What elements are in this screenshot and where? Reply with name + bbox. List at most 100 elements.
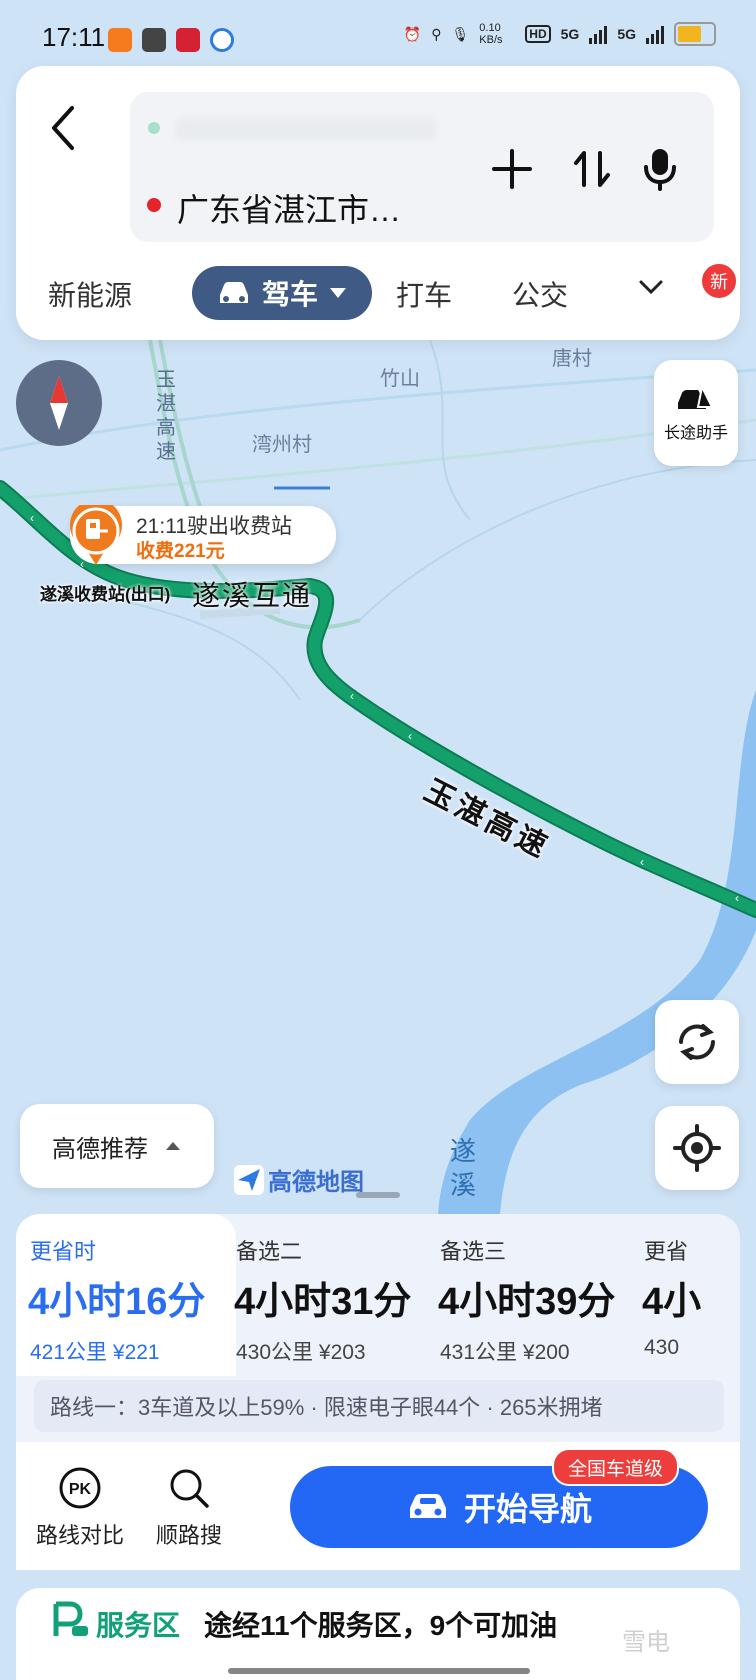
chevron-down-icon	[639, 280, 663, 295]
search-along-route-button[interactable]: 顺路搜	[156, 1466, 222, 1550]
tab-new-energy[interactable]: 新能源	[48, 274, 132, 314]
swap-icon	[574, 151, 610, 187]
mic-status-icon: 🎙	[451, 25, 470, 42]
route-option-time: 4小	[642, 1281, 702, 1323]
signal-label-1: 5G	[560, 26, 580, 42]
voice-input-button[interactable]	[636, 145, 684, 193]
map-label-zhushan: 竹山	[380, 368, 420, 390]
locate-crosshair-icon	[673, 1124, 721, 1172]
caret-up-icon	[166, 1142, 180, 1150]
home-indicator[interactable]	[228, 1668, 530, 1674]
notification-app-icon	[108, 28, 132, 52]
compass-icon	[50, 376, 68, 430]
battery-icon	[674, 22, 716, 46]
car-icon	[219, 282, 248, 303]
route-option-time: 4小时31分	[234, 1281, 412, 1323]
my-location-button[interactable]	[655, 1106, 739, 1190]
back-button[interactable]	[44, 100, 84, 156]
hd-icon: HD	[525, 25, 551, 43]
route-option-label: 备选三	[440, 1239, 507, 1264]
svg-text:‹: ‹	[735, 891, 739, 905]
parking-service-icon	[50, 1600, 90, 1645]
route-option-label: 更省时	[30, 1239, 97, 1264]
start-navigation-label: 开始导航	[463, 1491, 592, 1527]
map-label-river: 遂溪	[450, 1136, 477, 1200]
service-area-info: 途经11个服务区，9个可加油	[204, 1610, 558, 1641]
toll-station-name: 遂溪收费站(出口)	[40, 585, 171, 604]
refresh-icon	[679, 1024, 715, 1060]
svg-text:PK: PK	[69, 1481, 92, 1498]
notification-square-icon	[142, 28, 166, 52]
route-compare-button[interactable]: PK 路线对比	[36, 1466, 124, 1550]
map-label-road-vertical: 玉湛高速	[156, 369, 176, 463]
route-option-1[interactable]: 更省时 4小时16分 421公里 ¥221	[16, 1214, 236, 1376]
route-option-2[interactable]: 备选二 4小时31分 430公里 ¥203	[222, 1214, 442, 1376]
svg-text:‹: ‹	[408, 729, 412, 743]
route-option-time: 4小时16分	[28, 1281, 206, 1323]
long-trip-label: 长途助手	[663, 425, 728, 442]
interchange-name: 遂溪互通	[192, 580, 313, 611]
destination-field[interactable]: 广东省湛江市…	[177, 185, 401, 231]
add-waypoint-button[interactable]	[488, 145, 536, 193]
toll-fee: 收费221元	[136, 541, 225, 562]
route-option-time: 4小时39分	[438, 1281, 616, 1323]
route-compare-label: 路线对比	[36, 1523, 125, 1548]
lane-level-badge: 全国车道级	[552, 1448, 680, 1486]
back-arrow-icon	[52, 106, 74, 150]
tab-drive-label: 驾车	[261, 279, 318, 310]
transport-mode-tabs: 新能源 驾车 打车 公交	[16, 258, 740, 330]
sheet-drag-handle[interactable]	[356, 1192, 400, 1198]
tab-taxi[interactable]: 打车	[396, 274, 452, 314]
map-label-tangcun: 唐村	[552, 348, 592, 370]
car-assistant-icon	[678, 383, 714, 409]
long-trip-assistant-button[interactable]: 长途助手	[654, 360, 738, 466]
svg-text:‹: ‹	[30, 511, 34, 525]
amap-logo-icon	[234, 1164, 264, 1195]
route-option-meta: 430	[644, 1336, 680, 1359]
pk-icon: PK	[59, 1467, 101, 1509]
signal-icon-1	[589, 24, 608, 44]
route-option-label: 备选二	[236, 1239, 303, 1264]
route-option-meta: 430公里 ¥203	[236, 1341, 366, 1364]
plus-icon	[492, 149, 532, 189]
route-option-4[interactable]: 更省 4小 430	[630, 1214, 740, 1376]
search-icon	[170, 1469, 209, 1508]
origin-dot-icon	[148, 122, 160, 134]
status-time: 17:11	[42, 22, 106, 52]
refresh-route-button[interactable]	[655, 1000, 739, 1084]
service-area-title: 服务区	[96, 1610, 181, 1641]
search-along-route-label: 顺路搜	[156, 1523, 223, 1548]
route-option-label: 更省	[644, 1239, 689, 1264]
notification-red-icon	[176, 28, 200, 52]
status-right-icons: ⏰ ⚲ 🎙 0.10 KB/s HD 5G 5G	[404, 22, 716, 46]
amap-logo: 高德地图	[234, 1162, 364, 1197]
location-icon: ⚲	[431, 25, 442, 42]
route-option-3[interactable]: 备选三 4小时39分 431公里 ¥200	[426, 1214, 646, 1376]
route-summary: 路线一：3车道及以上59% · 限速电子眼44个 · 265米拥堵	[34, 1380, 724, 1432]
route-option-meta: 431公里 ¥200	[440, 1341, 570, 1364]
tab-drive[interactable]: 驾车	[192, 266, 372, 320]
route-preference-dropdown[interactable]: 高德推荐	[20, 1104, 214, 1188]
svg-text:‹: ‹	[640, 855, 644, 869]
svg-text:‹: ‹	[350, 689, 354, 703]
notification-map-icon	[210, 28, 234, 52]
more-modes-button[interactable]	[636, 272, 666, 309]
toll-booth-icon	[70, 499, 122, 565]
watermark: 雪电	[622, 1629, 670, 1656]
toll-station-marker[interactable]	[68, 499, 124, 567]
map-label-wanzhou: 湾州村	[252, 434, 312, 456]
alarm-icon: ⏰	[403, 25, 422, 42]
signal-label-2: 5G	[617, 26, 636, 42]
destination-dot-icon	[147, 198, 161, 212]
dropdown-triangle-icon	[330, 288, 346, 298]
origin-field-blurred[interactable]	[176, 118, 436, 140]
compass-button[interactable]	[16, 360, 102, 446]
status-app-icons	[108, 28, 234, 52]
tab-transit[interactable]: 公交	[512, 274, 568, 314]
swap-route-button[interactable]	[568, 145, 616, 193]
amap-logo-text: 高德地图	[268, 1169, 364, 1196]
signal-icon-2	[646, 24, 664, 44]
net-speed: 0.10 KB/s	[479, 22, 503, 46]
new-badge: 新	[700, 262, 738, 300]
route-preference-label: 高德推荐	[52, 1135, 148, 1163]
